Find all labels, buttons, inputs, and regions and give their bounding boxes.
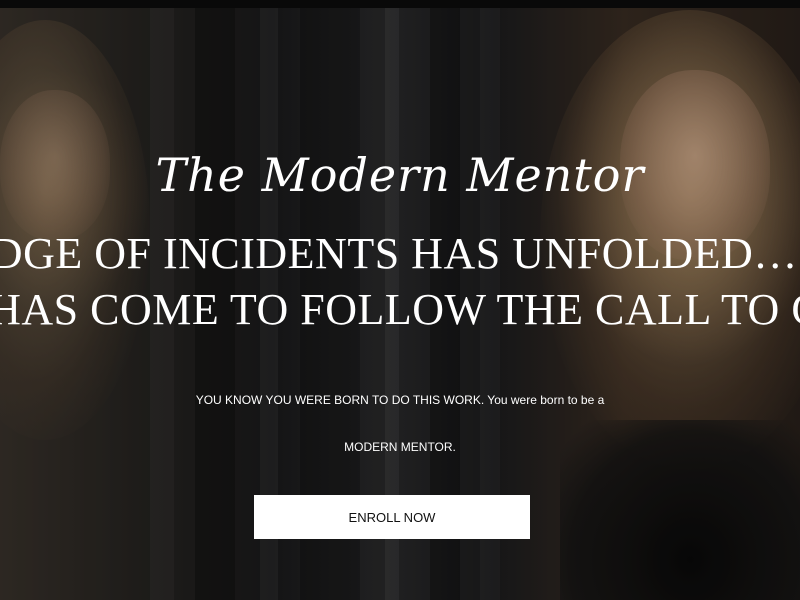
enroll-now-button[interactable]: ENROLL NOW bbox=[254, 495, 530, 539]
hero-subtext-emphasis: MODERN MENTOR. bbox=[344, 440, 456, 454]
script-title: The Modern Mentor bbox=[155, 148, 645, 202]
hero-section: The Modern Mentor A RIDGE OF INCIDENTS H… bbox=[0, 0, 800, 600]
hero-headline: A RIDGE OF INCIDENTS HAS UNFOLDED… THE T… bbox=[0, 229, 800, 334]
hero-subtext: YOU KNOW YOU WERE BORN TO DO THIS WORK. … bbox=[195, 393, 605, 407]
